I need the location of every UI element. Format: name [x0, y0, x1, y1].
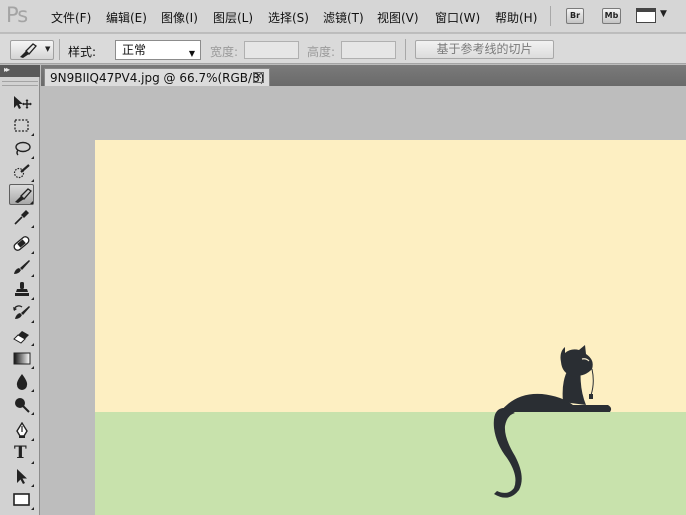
height-label: 高度: — [307, 45, 336, 59]
type-tool-icon: T — [14, 443, 27, 463]
document-tab[interactable]: 9N9BIIQ47PV4.jpg @ 66.7%(RGB/8) ✕ — [44, 68, 270, 86]
tools-panel-header[interactable]: ▸▸ — [0, 65, 40, 77]
tools-panel: ▸▸ T — [0, 65, 40, 515]
menu-select[interactable]: 选择(S) — [268, 9, 309, 26]
tool-flyout-indicator — [31, 320, 34, 323]
pen-tool[interactable] — [9, 420, 34, 441]
tool-flyout-indicator — [31, 461, 34, 464]
marquee-tool-icon — [14, 119, 29, 132]
tool-flyout-indicator — [30, 201, 33, 204]
tool-flyout-indicator — [31, 251, 34, 254]
width-label: 宽度: — [210, 45, 239, 59]
options-separator — [405, 39, 406, 60]
chevron-down-icon[interactable]: ▼ — [45, 45, 50, 53]
menu-view[interactable]: 视图(V) — [377, 9, 419, 26]
clone-stamp-tool-icon — [15, 282, 29, 296]
tool-flyout-indicator — [31, 156, 34, 159]
tool-flyout-indicator — [31, 297, 34, 300]
menu-edit[interactable]: 编辑(E) — [106, 9, 147, 26]
slice-tool-icon — [20, 43, 37, 58]
cat-whisker — [590, 368, 594, 396]
tool-flyout-indicator — [31, 438, 34, 441]
cat-whisker-tip — [589, 394, 593, 399]
tool-flyout-indicator — [31, 225, 34, 228]
tool-flyout-indicator — [31, 274, 34, 277]
style-label: 样式: — [68, 45, 97, 59]
cat-illustration — [493, 345, 612, 498]
bridge-button[interactable]: Br — [566, 8, 584, 24]
menu-help[interactable]: 帮助(H) — [495, 9, 537, 26]
tool-preset-picker[interactable]: ▼ — [10, 40, 54, 60]
tool-flyout-indicator — [31, 412, 34, 415]
move-tool[interactable] — [9, 92, 34, 113]
mini-bridge-button[interactable]: Mb — [602, 8, 621, 24]
menu-file[interactable]: 文件(F) — [51, 9, 91, 26]
document-tab-strip: 9N9BIIQ47PV4.jpg @ 66.7%(RGB/8) ✕ — [41, 65, 686, 86]
cat-tail — [493, 407, 522, 498]
eyedropper-tool-icon — [14, 210, 29, 225]
options-separator — [59, 39, 60, 60]
path-selection-tool[interactable] — [9, 466, 34, 487]
options-bar: ▼ 样式: 正常 ▼ 宽度: 高度: 基于参考线的切片 — [0, 34, 686, 64]
brush-tool[interactable] — [9, 256, 34, 277]
eyedropper-tool[interactable] — [9, 207, 34, 228]
lasso-tool[interactable] — [9, 138, 34, 159]
cat-body — [500, 393, 612, 412]
chevron-down-icon[interactable]: ▼ — [660, 9, 667, 19]
slices-from-guides-button[interactable]: 基于参考线的切片 — [415, 40, 554, 59]
document-area: 9N9BIIQ47PV4.jpg @ 66.7%(RGB/8) ✕ — [41, 65, 686, 515]
height-field[interactable] — [341, 41, 396, 59]
history-brush-tool[interactable] — [9, 302, 34, 323]
menu-window[interactable]: 窗口(W) — [435, 9, 480, 26]
menu-bar: Ps 文件(F) 编辑(E) 图像(I) 图层(L) 选择(S) 滤镜(T) 视… — [0, 0, 686, 33]
path-selection-tool-icon — [17, 469, 27, 484]
move-tool-icon — [14, 96, 32, 109]
type-tool[interactable]: T — [9, 443, 34, 464]
dodge-tool-icon — [15, 398, 30, 413]
tool-flyout-indicator — [31, 389, 34, 392]
gradient-tool-icon — [13, 352, 31, 365]
healing-brush-tool-icon — [13, 236, 30, 251]
menu-separator — [550, 6, 551, 26]
rectangle-tool[interactable] — [9, 489, 34, 510]
image-canvas[interactable] — [95, 140, 686, 515]
collapse-icon[interactable]: ▸▸ — [4, 65, 10, 74]
tool-flyout-indicator — [31, 343, 34, 346]
style-select[interactable]: 正常 ▼ — [115, 40, 201, 60]
blur-tool[interactable] — [9, 371, 34, 392]
gradient-tool[interactable] — [9, 348, 34, 369]
pen-tool-icon — [16, 422, 28, 438]
rectangle-tool-icon — [13, 493, 30, 506]
menu-layer[interactable]: 图层(L) — [213, 9, 253, 26]
menu-image[interactable]: 图像(I) — [161, 9, 198, 26]
menu-filter[interactable]: 滤镜(T) — [323, 9, 364, 26]
tools-panel-grip[interactable] — [2, 81, 38, 86]
eraser-tool-icon — [13, 331, 29, 344]
quick-selection-tool[interactable] — [9, 161, 34, 182]
blur-tool-icon — [16, 374, 28, 390]
marquee-tool[interactable] — [9, 115, 34, 136]
chevron-down-icon: ▼ — [188, 49, 195, 58]
eraser-tool[interactable] — [9, 325, 34, 346]
lasso-tool-icon — [15, 141, 31, 156]
document-tab-title: 9N9BIIQ47PV4.jpg @ 66.7%(RGB/8) — [50, 71, 265, 85]
screen-mode-icon[interactable] — [636, 8, 656, 23]
style-select-value: 正常 — [122, 43, 147, 57]
history-brush-tool-icon — [13, 305, 30, 319]
tool-flyout-indicator — [31, 366, 34, 369]
healing-brush-tool[interactable] — [9, 233, 34, 254]
photoshop-logo: Ps — [6, 3, 28, 27]
quick-selection-tool-icon — [13, 164, 30, 179]
tool-flyout-indicator — [31, 133, 34, 136]
slice-tool[interactable] — [9, 184, 34, 205]
tool-flyout-indicator — [31, 179, 34, 182]
tool-flyout-indicator — [31, 484, 34, 487]
brush-tool-icon — [14, 260, 30, 274]
dodge-tool[interactable] — [9, 394, 34, 415]
tool-flyout-indicator — [31, 507, 34, 510]
close-icon[interactable]: ✕ — [253, 72, 264, 83]
clone-stamp-tool[interactable] — [9, 279, 34, 300]
width-field[interactable] — [244, 41, 299, 59]
